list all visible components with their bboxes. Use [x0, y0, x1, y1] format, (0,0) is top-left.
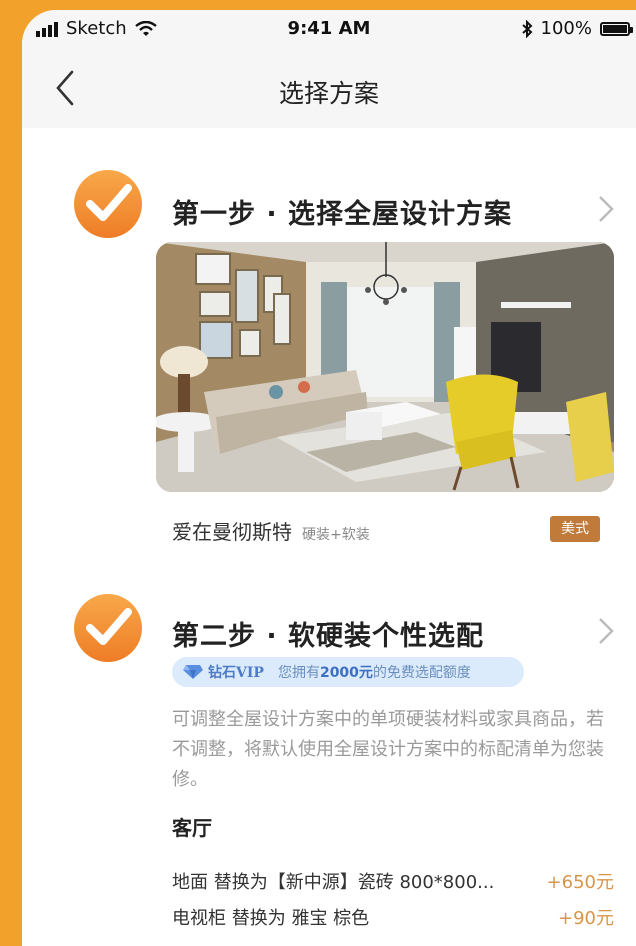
- step2-check-icon: [74, 594, 142, 662]
- step2-title: 第二步 · 软硬装个性选配: [172, 621, 485, 652]
- style-tag: 美式: [550, 516, 600, 542]
- bluetooth-icon: [521, 19, 532, 38]
- scheme-name: 爱在曼彻斯特: [172, 520, 292, 544]
- status-right: 100%: [521, 18, 633, 39]
- phone-screen: Sketch 9:41 AM 100% 选择方案 第一步 · 选择全屋设计方案 …: [22, 10, 636, 946]
- step2-chevron-right-icon[interactable]: [596, 615, 616, 647]
- scheme-subtitle: 硬装+软装: [302, 527, 370, 543]
- page-title: 选择方案: [278, 79, 379, 108]
- scheme-photo[interactable]: [156, 242, 614, 492]
- step2-description: 可调整全屋设计方案中的单项硬装材料或家具商品，若不调整，将默认使用全屋设计方案中…: [172, 709, 604, 790]
- step1-chevron-right-icon[interactable]: [596, 193, 616, 225]
- step1-title: 第一步 · 选择全屋设计方案: [172, 199, 513, 230]
- item-text: 地面 替换为【新中源】瓷砖 800*800...: [172, 872, 495, 893]
- list-item[interactable]: 地面 替换为【新中源】瓷砖 800*800... +650元: [172, 868, 618, 898]
- item-price: +650元: [546, 872, 614, 893]
- vip-label: 钻石VIP: [208, 665, 264, 681]
- step1-check-icon: [74, 170, 142, 238]
- vip-text-pre: 您拥有: [277, 665, 320, 681]
- list-item[interactable]: 电视柜 替换为 雅宝 棕色 +90元: [172, 904, 618, 934]
- vip-amount: 2000元: [319, 665, 373, 681]
- nav-bar: 选择方案: [22, 50, 636, 128]
- battery-percent: 100%: [540, 18, 592, 39]
- diamond-icon: [183, 665, 203, 679]
- scheme-name-row: 爱在曼彻斯特 硬装+软装: [172, 516, 370, 545]
- item-price: +90元: [558, 908, 614, 929]
- item-text: 电视柜 替换为 雅宝 棕色: [172, 908, 370, 929]
- status-bar: Sketch 9:41 AM 100%: [22, 10, 636, 50]
- room-heading: 客厅: [172, 816, 212, 840]
- vip-banner: 钻石VIP 您拥有 2000元 的免费选配额度: [172, 657, 524, 687]
- battery-icon: [600, 21, 633, 36]
- vip-text-post: 的免费选配额度: [372, 665, 471, 681]
